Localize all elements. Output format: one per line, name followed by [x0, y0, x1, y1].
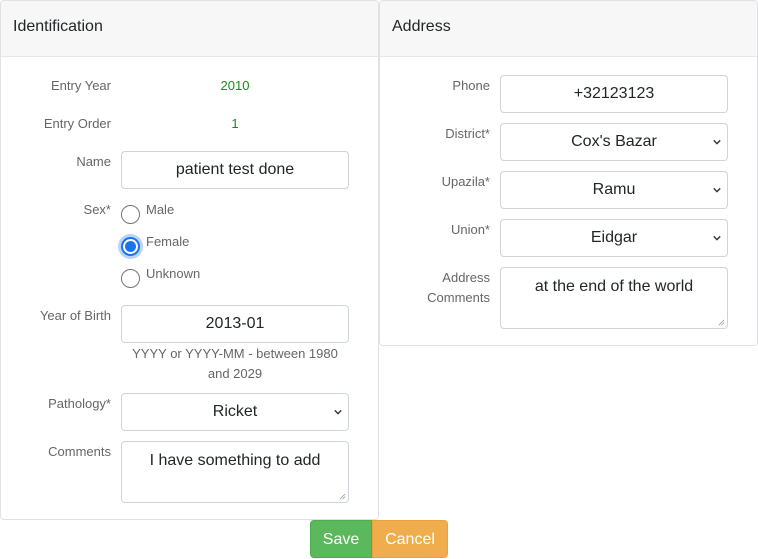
year-of-birth-input[interactable]: 2013-01 — [121, 305, 349, 343]
sex-option-female[interactable]: Female — [121, 234, 321, 259]
chevron-down-icon — [713, 235, 721, 241]
upazila-label: Upazila* — [441, 174, 490, 189]
sex-option-male[interactable]: Male — [121, 202, 321, 227]
entry-order-value: 1 — [231, 116, 239, 131]
save-button[interactable]: Save — [310, 520, 372, 558]
name-input[interactable]: patient test done — [121, 151, 349, 189]
union-select[interactable]: Eidgar — [500, 219, 728, 257]
cancel-button[interactable]: Cancel — [372, 520, 448, 558]
entry-year-label: Entry Year — [51, 78, 111, 93]
district-label: District* — [445, 126, 490, 141]
chevron-down-icon — [334, 409, 342, 415]
union-label: Union* — [450, 222, 490, 237]
phone-input[interactable]: +32123123 — [500, 75, 728, 113]
resize-grip-icon[interactable] — [718, 319, 725, 326]
upazila-select[interactable]: Ramu — [500, 171, 728, 209]
name-label: Name — [76, 154, 111, 169]
radio-male-label: Male — [146, 202, 175, 217]
pathology-select[interactable]: Ricket — [121, 393, 349, 431]
radio-female[interactable] — [121, 237, 140, 256]
address-title: Address — [380, 1, 757, 57]
resize-grip-icon[interactable] — [339, 493, 346, 500]
district-select[interactable]: Cox's Bazar — [500, 123, 728, 161]
radio-female-label: Female — [146, 234, 190, 249]
address-comments-label: Address Comments — [427, 270, 490, 305]
sex-option-unknown[interactable]: Unknown — [121, 266, 321, 291]
address-comments-value: at the end of the world — [534, 278, 694, 295]
pathology-label: Pathology* — [48, 396, 111, 411]
identification-panel: Identification Entry Year 2010 Entry Ord… — [0, 0, 379, 520]
chevron-down-icon — [713, 187, 721, 193]
address-comments-textarea[interactable]: at the end of the world — [500, 267, 728, 329]
chevron-down-icon — [713, 139, 721, 145]
year-of-birth-help: YYYY or YYYY-MM - between 1980 and 2029 — [132, 346, 338, 381]
address-panel: Address Phone +32123123 District* Cox's … — [379, 0, 758, 346]
comments-textarea[interactable]: I have something to add — [121, 441, 349, 503]
entry-order-label: Entry Order — [43, 116, 111, 131]
radio-unknown[interactable] — [121, 269, 140, 288]
district-value: Cox's Bazar — [571, 133, 657, 150]
radio-unknown-label: Unknown — [146, 266, 201, 281]
year-of-birth-label: Year of Birth — [39, 308, 111, 323]
comments-label: Comments — [48, 444, 111, 459]
phone-label: Phone — [452, 78, 490, 93]
radio-male[interactable] — [121, 205, 140, 224]
sex-label: Sex* — [83, 202, 111, 217]
union-value: Eidgar — [590, 229, 638, 246]
comments-value: I have something to add — [149, 452, 321, 469]
upazila-value: Ramu — [592, 181, 636, 198]
entry-year-value: 2010 — [220, 78, 250, 93]
pathology-value: Ricket — [212, 403, 258, 420]
identification-title: Identification — [1, 1, 378, 57]
